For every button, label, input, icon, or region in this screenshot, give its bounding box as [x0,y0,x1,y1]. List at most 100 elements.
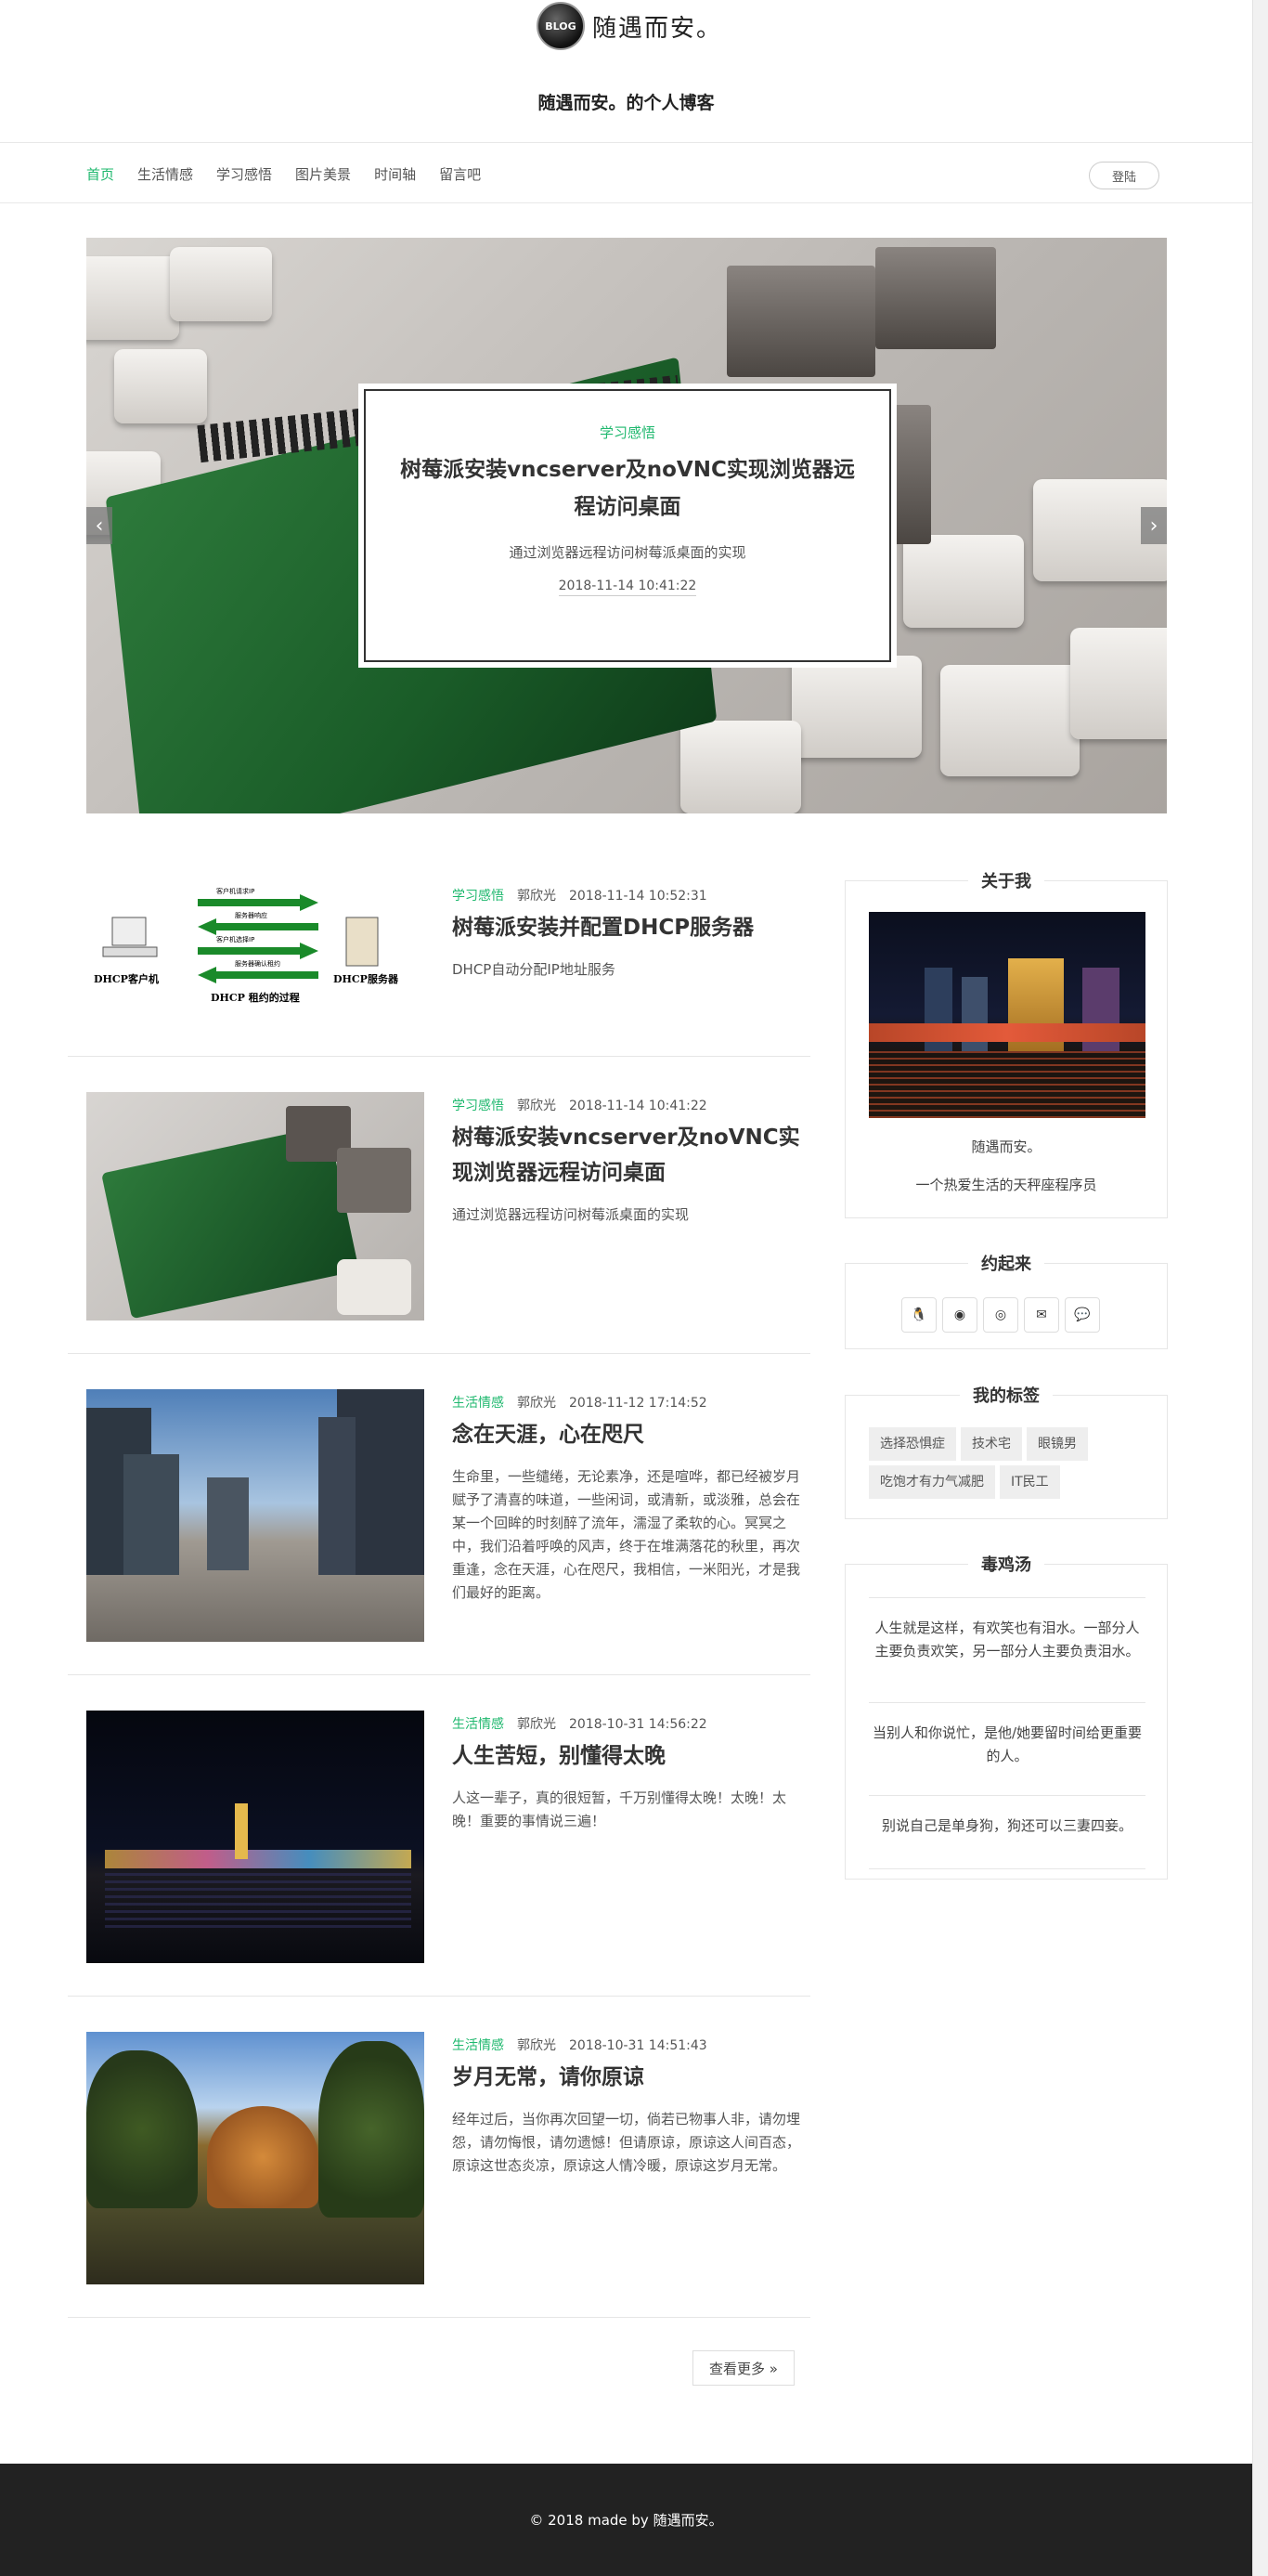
post-title[interactable]: 念在天涯，心在咫尺 [452,1417,805,1452]
quotes-widget: 毒鸡汤 人生就是这样，有欢笑也有泪水。一部分人主要负责欢笑，另一部分人主要负责泪… [845,1555,1168,1880]
social-links: 🐧 ◉ ◎ ✉ 💬 [901,1297,1106,1333]
post-description: 生命里，一些缱绻，无论素净，还是喧哗，都已经被岁月赋予了清喜的味道，一些闲词，或… [452,1468,801,1601]
post-title[interactable]: 树莓派安装并配置DHCP服务器 [452,910,805,945]
dhcp-step-2: 服务器响应 [235,911,267,919]
post-body: 学习感悟 郭欣光 2018-11-14 10:52:31 树莓派安装并配置DHCP服… [452,886,805,982]
post-thumbnail-autumn[interactable] [86,2032,424,2284]
tag-item[interactable]: 吃饱才有力气减肥 [869,1465,995,1499]
post-meta: 学习感悟 郭欣光 2018-11-14 10:41:22 [452,1096,805,1114]
carousel-caption[interactable]: 学习感悟 树莓派安装vncserver及noVNC实现浏览器远程访问桌面 通过浏… [358,384,897,668]
quote-item: 人生就是这样，有欢笑也有泪水。一部分人主要负责欢笑，另一部分人主要负责泪水。 [869,1597,1145,1703]
carousel-description: 通过浏览器远程访问树莓派桌面的实现 [509,544,746,561]
site-title: 随遇而安。的个人博客 [537,93,715,113]
footer-author-link[interactable]: 随遇而安。 [653,2510,723,2530]
dhcp-step-1: 客户机请求IP [216,887,254,895]
post-description: 通过浏览器远程访问树莓派桌面的实现 [452,1206,690,1223]
dhcp-diagram-icon: 客户机请求IP 服务器响应 客户机选择IP 服务器确认租约 DHCP客户机 DH… [94,887,399,1004]
tag-item[interactable]: 技术宅 [961,1427,1022,1461]
post-body: 生活情感 郭欣光 2018-10-31 14:56:22 人生苦短，别懂得太晚 人这… [452,1714,805,1833]
nav-item-timeline[interactable]: 时间轴 [374,164,416,184]
footer: © 2018 made by 随遇而安。 [0,2464,1252,2576]
tag-item[interactable]: 眼镜男 [1027,1427,1088,1461]
post-meta: 学习感悟 郭欣光 2018-11-14 10:52:31 [452,886,805,904]
about-widget: 关于我 随遇而安。 一个热爱生活的天秤座程序员 [845,872,1168,1218]
nav-item-life[interactable]: 生活情感 [137,164,193,184]
post-date: 2018-10-31 14:56:22 [569,1717,707,1732]
post-item[interactable]: 生活情感 郭欣光 2018-11-12 17:14:52 念在天涯，心在咫尺 生命里… [68,1354,810,1675]
tag-item[interactable]: 选择恐惧症 [869,1427,956,1461]
tags-widget: 我的标签 选择恐惧症 技术宅 眼镜男 吃饱才有力气减肥 IT民工 [845,1386,1168,1519]
post-thumbnail-dhcp[interactable]: 客户机请求IP 服务器响应 客户机选择IP 服务器确认租约 DHCP客户机 DH… [86,880,424,1025]
post-body: 学习感悟 郭欣光 2018-11-14 10:41:22 树莓派安装vncserve… [452,1096,805,1227]
carousel-category[interactable]: 学习感悟 [397,423,858,442]
dhcp-step-3: 客户机选择IP [216,935,254,943]
load-more-button[interactable]: 查看更多 » [692,2350,795,2386]
email-icon[interactable]: ✉ [1024,1297,1059,1333]
carousel-date: 2018-11-14 10:41:22 [558,579,697,596]
tag-item[interactable]: IT民工 [1000,1465,1060,1499]
carousel-prev-icon[interactable]: ‹ [86,507,112,544]
nav-item-guestbook[interactable]: 留言吧 [439,164,481,184]
post-author: 郭欣光 [517,1099,556,1113]
post-item[interactable]: 生活情感 郭欣光 2018-10-31 14:56:22 人生苦短，别懂得太晚 人这… [68,1675,810,1997]
post-description: DHCP自动分配IP地址服务 [452,961,615,978]
post-description: 经年过后，当你再次回望一切，倘若已物事人非，请勿埋怨，请勿悔恨，请勿遗憾！但请原… [452,2111,801,2174]
post-thumbnail-night[interactable] [86,1711,424,1963]
carousel-next-icon[interactable]: › [1141,507,1167,544]
weibo-icon[interactable]: ◎ [983,1297,1018,1333]
post-date: 2018-11-14 10:52:31 [569,889,707,904]
post-thumbnail-city[interactable] [86,1389,424,1642]
post-item[interactable]: 学习感悟 郭欣光 2018-11-14 10:41:22 树莓派安装vncserve… [68,1057,810,1354]
post-title[interactable]: 岁月无常，请你原谅 [452,2060,805,2095]
post-category[interactable]: 学习感悟 [452,889,504,904]
nav-items: 首页 生活情感 学习感悟 图片美景 时间轴 留言吧 [86,143,504,204]
page-scrollbar[interactable] [1252,0,1268,2576]
post-item[interactable]: 生活情感 郭欣光 2018-10-31 14:51:43 岁月无常，请你原谅 经年过… [68,1997,810,2318]
github-icon[interactable]: ◉ [942,1297,977,1333]
post-date: 2018-10-31 14:51:43 [569,2038,707,2053]
post-category[interactable]: 生活情感 [452,1396,504,1411]
post-thumbnail-raspberry[interactable] [86,1092,424,1321]
dhcp-client-label: DHCP客户机 [94,972,159,985]
contact-widget: 约起来 🐧 ◉ ◎ ✉ 💬 [845,1255,1168,1349]
about-name: 随遇而安。 [971,1138,1042,1155]
post-item[interactable]: 客户机请求IP 服务器响应 客户机选择IP 服务器确认租约 DHCP客户机 DH… [68,852,810,1057]
post-title[interactable]: 树莓派安装vncserver及noVNC实现浏览器远程访问桌面 [452,1120,805,1190]
tags-title: 我的标签 [960,1386,1053,1406]
wechat-icon[interactable]: 💬 [1065,1297,1100,1333]
post-author: 郭欣光 [517,1717,556,1732]
post-category[interactable]: 生活情感 [452,1717,504,1732]
site-logo[interactable]: BLOG 随遇而安。 [537,0,722,52]
post-title[interactable]: 人生苦短，别懂得太晚 [452,1738,805,1774]
post-category[interactable]: 生活情感 [452,2038,504,2053]
post-body: 生活情感 郭欣光 2018-10-31 14:51:43 岁月无常，请你原谅 经年过… [452,2036,805,2178]
nav-item-study[interactable]: 学习感悟 [216,164,272,184]
post-date: 2018-11-14 10:41:22 [569,1099,707,1113]
qq-icon[interactable]: 🐧 [901,1297,937,1333]
quote-item: 当别人和你说忙，是他/她要留时间给更重要的人。 [869,1702,1145,1780]
hero-carousel[interactable]: 学习感悟 树莓派安装vncserver及noVNC实现浏览器远程访问桌面 通过浏… [86,238,1167,813]
about-image [869,912,1145,1118]
post-author: 郭欣光 [517,2038,556,2053]
dhcp-server-label: DHCP服务器 [333,972,399,985]
page: BLOG 随遇而安。 随遇而安。的个人博客 首页 生活情感 学习感悟 图片美景 … [0,0,1252,2576]
footer-copyright: © 2018 made by [529,2511,649,2529]
nav-item-home[interactable]: 首页 [86,164,114,184]
login-button[interactable]: 登陆 [1089,162,1159,189]
quote-item: 别说自己是单身狗，狗还可以三妻四妾。 [869,1795,1145,1869]
carousel-title[interactable]: 树莓派安装vncserver及noVNC实现浏览器远程访问桌面 [397,451,858,526]
logo-badge: BLOG [537,2,585,50]
post-description: 人这一辈子，真的很短暂，千万别懂得太晚！太晚！太晚！重要的事情说三遍！ [452,1789,787,1829]
post-category[interactable]: 学习感悟 [452,1099,504,1113]
post-body: 生活情感 郭欣光 2018-11-12 17:14:52 念在天涯，心在咫尺 生命里… [452,1393,805,1605]
nav-item-photos[interactable]: 图片美景 [295,164,351,184]
tag-list: 选择恐惧症 技术宅 眼镜男 吃饱才有力气减肥 IT民工 [869,1427,1147,1503]
dhcp-caption: DHCP 租约的过程 [211,991,300,1004]
post-meta: 生活情感 郭欣光 2018-10-31 14:56:22 [452,1714,805,1733]
post-meta: 生活情感 郭欣光 2018-10-31 14:51:43 [452,2036,805,2054]
contact-title: 约起来 [968,1255,1044,1274]
dhcp-step-4: 服务器确认租约 [235,959,280,968]
about-description: 一个热爱生活的天秤座程序员 [915,1177,1097,1193]
post-author: 郭欣光 [517,889,556,904]
post-date: 2018-11-12 17:14:52 [569,1396,707,1411]
